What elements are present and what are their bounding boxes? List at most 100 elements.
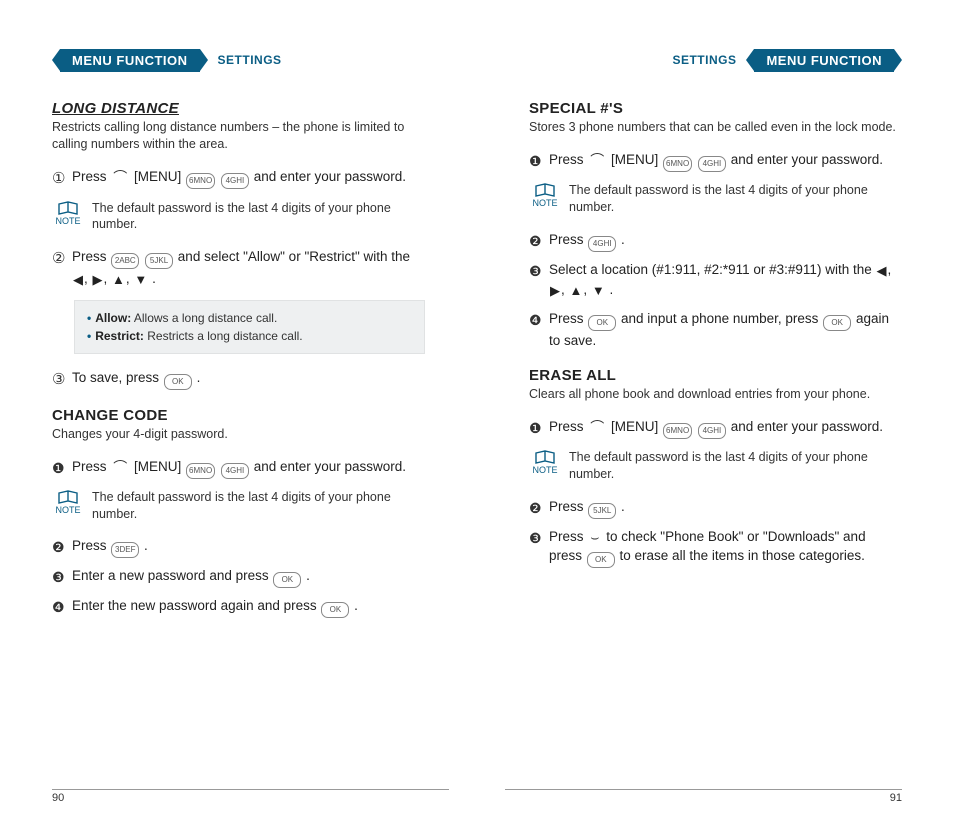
- label: Allow:: [95, 311, 131, 325]
- step-body: Select a location (#1:911, #2:*911 or #3…: [549, 260, 902, 302]
- key-ok-icon: OK: [587, 552, 615, 568]
- text: Press: [549, 499, 587, 514]
- menu-label: [MENU]: [611, 152, 658, 167]
- arrow-right-icon: ▶: [93, 271, 103, 290]
- page-left: MENU FUNCTION SETTINGS LONG DISTANCE Res…: [0, 48, 477, 794]
- key-4-icon: 4GHI: [221, 173, 249, 189]
- step-body: Press 5JKL .: [549, 497, 902, 519]
- key-ok-icon: OK: [321, 602, 349, 618]
- step-body: Press ⌒ [MENU] 6MNO 4GHI and enter your …: [72, 167, 425, 189]
- note-row: NOTE The default password is the last 4 …: [531, 449, 902, 483]
- section-long-distance-title: LONG DISTANCE: [52, 100, 425, 117]
- step-row: ❷ Press 5JKL .: [529, 497, 902, 519]
- text: .: [610, 282, 614, 297]
- text: Enter a new password and press: [72, 568, 272, 583]
- info-line: •Restrict: Restricts a long distance cal…: [87, 327, 412, 345]
- key-ok-icon: OK: [823, 315, 851, 331]
- arrow-down-icon: ▼: [134, 271, 147, 290]
- text: .: [144, 538, 148, 553]
- key-6-icon: 6MNO: [186, 173, 215, 189]
- header-tab: MENU FUNCTION: [754, 49, 894, 72]
- note-text: The default password is the last 4 digit…: [569, 182, 902, 216]
- step-number-icon: ❸: [52, 567, 72, 587]
- step-body: Press 4GHI .: [549, 230, 902, 252]
- key-ok-icon: OK: [588, 315, 616, 331]
- note-icon: NOTE: [54, 489, 82, 515]
- step-body: Press ⌒ [MENU] 6MNO 4GHI and enter your …: [72, 457, 425, 479]
- text: .: [152, 271, 156, 286]
- text: Press: [549, 232, 587, 247]
- step-body: Press 2ABC 5JKL and select "Allow" or "R…: [72, 247, 425, 290]
- text: and input a phone number, press: [621, 311, 822, 326]
- text: Press: [72, 169, 110, 184]
- tab-wing: [200, 49, 208, 71]
- softkey-icon: ⌒: [111, 460, 129, 474]
- step-body: Enter a new password and press OK .: [72, 566, 425, 588]
- key-6-icon: 6MNO: [186, 463, 215, 479]
- step-row: ❶ Press ⌒ [MENU] 6MNO 4GHI and enter you…: [52, 457, 425, 479]
- tab-wing: [746, 49, 754, 71]
- note-text: The default password is the last 4 digit…: [92, 489, 425, 523]
- section-erase-desc: Clears all phone book and download entri…: [529, 386, 902, 403]
- step-body: Press 3DEF .: [72, 536, 425, 558]
- text: and enter your password.: [254, 169, 406, 184]
- step-body: Press ⌒ [MENU] 6MNO 4GHI and enter your …: [549, 150, 902, 172]
- note-label: NOTE: [532, 198, 557, 208]
- info-line: •Allow: Allows a long distance call.: [87, 309, 412, 327]
- key-3-icon: 3DEF: [111, 542, 139, 558]
- page-number: 91: [890, 792, 902, 804]
- section-special-title: SPECIAL #'S: [529, 100, 902, 117]
- step-number-icon: ❸: [529, 528, 549, 548]
- step-body: Press OK and input a phone number, press…: [549, 309, 902, 351]
- note-text: The default password is the last 4 digit…: [92, 200, 425, 234]
- note-icon: NOTE: [531, 449, 559, 475]
- text: .: [621, 232, 625, 247]
- arrow-left-icon: ◀: [73, 271, 83, 290]
- key-ok-icon: OK: [273, 572, 301, 588]
- step-number-icon: ❶: [52, 458, 72, 478]
- softkey-icon: ⌒: [588, 153, 606, 167]
- step-number-icon: ❹: [52, 597, 72, 617]
- text: Press: [549, 419, 587, 434]
- step-row: ❸ Press ⌣ to check "Phone Book" or "Down…: [529, 527, 902, 569]
- key-4-icon: 4GHI: [221, 463, 249, 479]
- text: Allows a long distance call.: [131, 311, 277, 325]
- text: and enter your password.: [731, 419, 883, 434]
- text: Enter the new password again and press: [72, 598, 320, 613]
- section-erase-title: ERASE ALL: [529, 367, 902, 384]
- step-row: ❹ Press OK and input a phone number, pre…: [529, 309, 902, 351]
- step-body: Press ⌒ [MENU] 6MNO 4GHI and enter your …: [549, 417, 902, 439]
- key-2-icon: 2ABC: [111, 253, 139, 269]
- arrow-up-icon: ▲: [112, 271, 125, 290]
- page-rule: [505, 789, 902, 790]
- step-row: ❶ Press ⌒ [MENU] 6MNO 4GHI and enter you…: [529, 150, 902, 172]
- text: .: [621, 499, 625, 514]
- text: and select "Allow" or "Restrict" with th…: [178, 249, 410, 264]
- step-number-icon: ❷: [529, 498, 549, 518]
- section-change-code-desc: Changes your 4-digit password.: [52, 426, 425, 443]
- step-row: ❷ Press 3DEF .: [52, 536, 425, 558]
- step-row: ③ To save, press OK .: [52, 368, 425, 391]
- step-number-icon: ❷: [529, 231, 549, 251]
- tab-wing: [894, 49, 902, 71]
- label: Restrict:: [95, 329, 144, 343]
- page-number: 90: [52, 792, 64, 804]
- step-row: ❸ Enter a new password and press OK .: [52, 566, 425, 588]
- header-left: MENU FUNCTION SETTINGS: [52, 48, 425, 72]
- text: to erase all the items in those categori…: [620, 548, 865, 563]
- text: and enter your password.: [731, 152, 883, 167]
- step-number-icon: ❹: [529, 310, 549, 330]
- arrow-left-icon: ◀: [876, 262, 886, 281]
- note-icon: NOTE: [531, 182, 559, 208]
- note-row: NOTE The default password is the last 4 …: [54, 489, 425, 523]
- text: Press: [549, 311, 587, 326]
- step-number-icon: ❶: [529, 418, 549, 438]
- step-number-icon: ❷: [52, 537, 72, 557]
- text: To save, press: [72, 370, 163, 385]
- key-6-icon: 6MNO: [663, 423, 692, 439]
- step-number-icon: ①: [52, 168, 72, 190]
- step-number-icon: ②: [52, 248, 72, 270]
- softkey-right-icon: ⌣: [588, 530, 601, 544]
- step-body: Press ⌣ to check "Phone Book" or "Downlo…: [549, 527, 902, 569]
- step-row: ❷ Press 4GHI .: [529, 230, 902, 252]
